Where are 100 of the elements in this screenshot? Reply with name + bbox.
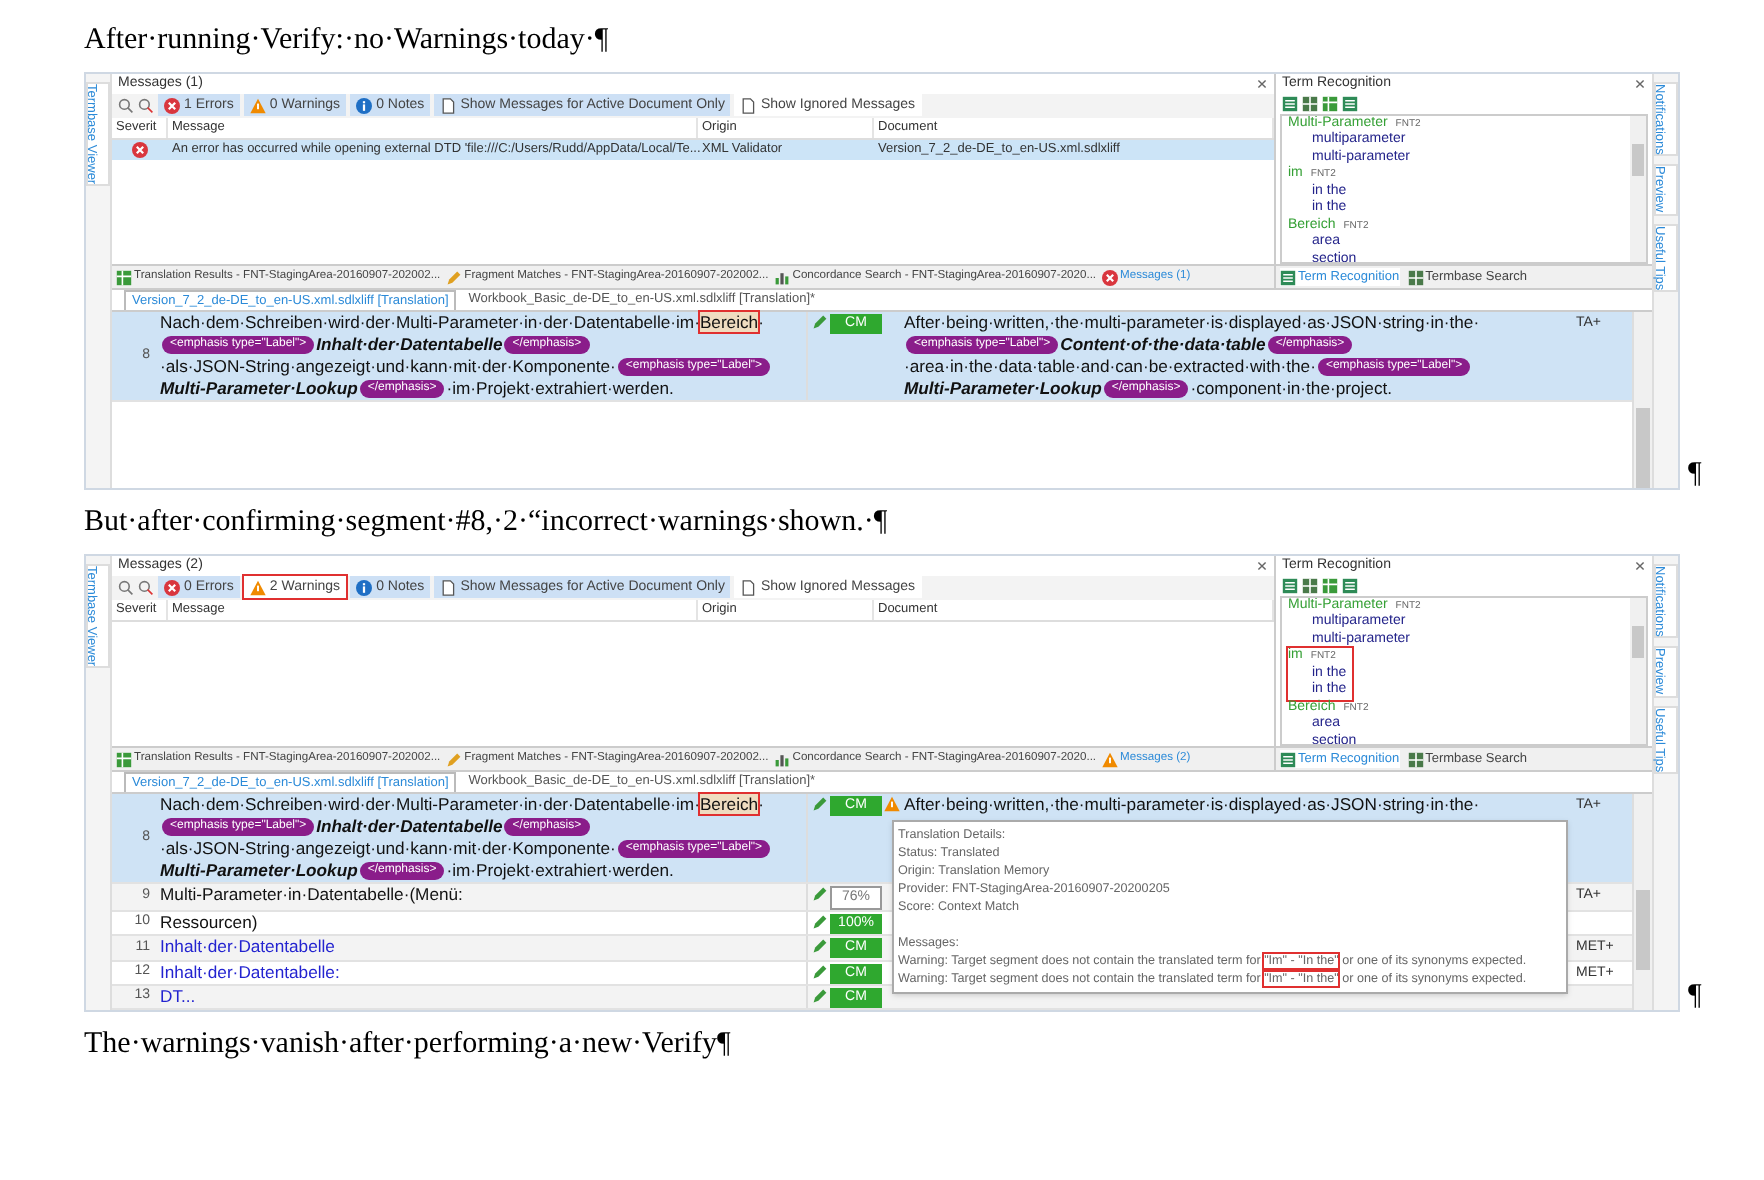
source-text: im· [676,312,700,332]
source-text: dem· [205,794,246,814]
source-text: (Menü: [409,884,463,904]
highlighted-word: Bereich [699,794,759,814]
source-text: wird· [328,794,366,814]
source-text: dem· [205,312,246,332]
source-text: Nach· [160,312,206,332]
list-icon [1280,269,1296,286]
source-text: der· [482,838,513,858]
target-text: After· [904,312,947,332]
filter-clear-icon [138,97,154,114]
source-text: extrahiert· [535,860,613,880]
target-text: be· [1148,356,1174,376]
source-text: der· [207,936,239,956]
error-icon [1102,269,1119,286]
target-text: can· [1115,356,1149,376]
source-text: kann· [410,356,454,376]
target-text: string· [1382,794,1431,814]
target-text: the· [1054,794,1085,814]
highlighted-word: Bereich [699,312,759,332]
target-text: component· [1196,378,1287,398]
pencil-icon [812,314,828,330]
chart-icon [774,751,791,768]
target-text: table· [1037,356,1081,376]
target-text: with· [1249,356,1287,376]
source-text: Nach· [160,794,206,814]
target-text: the· [1449,312,1480,332]
source-text: der· [207,961,239,981]
target-text: data· [998,356,1038,376]
target-text: project. [1335,378,1393,398]
target-text: as· [1307,794,1332,814]
table-icon [116,269,132,286]
source-text: Schreiben· [245,312,329,332]
target-text: the· [969,356,999,376]
source-text: JSON-String· [193,838,296,858]
close-icon [1256,560,1268,572]
source-text: kann· [410,838,454,858]
scrollbar-thumb[interactable] [1632,625,1644,658]
source-text: und· [375,356,411,376]
list-icon [1342,95,1358,112]
source-text: der· [367,816,401,836]
source-text: angezeigt· [295,356,376,376]
source-text: Lookup [295,860,358,880]
close-icon [1634,560,1646,572]
source-text: der· [482,356,513,376]
source-text: der· [543,312,574,332]
scrollbar-thumb[interactable] [1632,143,1644,176]
source-text: DT... [160,986,196,1006]
source-text: mit· [453,356,482,376]
target-text: of· [1130,334,1153,354]
source-text: als· [165,838,194,858]
source-text: Multi-Parameter· [396,794,525,814]
chart-icon [774,269,791,286]
scrollbar-thumb[interactable] [1636,408,1650,488]
source-text: Projekt· [476,860,536,880]
source-text: im· [676,794,700,814]
target-text: area· [909,356,950,376]
target-text: the· [1306,378,1336,398]
target-text: multi-parameter· [1084,312,1211,332]
source-text: Datentabelle [400,334,503,354]
source-text: Datentabelle: [238,961,340,981]
grid-icon [1407,751,1424,768]
source-text: in· [524,312,544,332]
target-text: table [1225,334,1266,354]
close-icon [1634,78,1646,90]
paragraph: But·after·confirming·segment·#8,·2·“incorrect·warnings·shown.·¶ [84,504,890,542]
source-text: Datentabelle [400,816,503,836]
source-text: als· [165,356,194,376]
target-text: JSON· [1331,794,1383,814]
source-text: Projekt· [476,378,536,398]
target-text: being· [946,312,994,332]
target-text: multi-parameter· [1084,794,1211,814]
target-text: · [904,356,910,376]
error-icon [132,141,148,158]
segment-row[interactable] [112,312,1632,402]
source-text: in· [288,884,308,904]
target-text: in· [1430,794,1450,814]
source-text: und· [375,838,411,858]
source-text: Multi-Parameter· [160,378,296,398]
close-icon [1256,78,1268,90]
warning-icon [249,579,266,596]
list-icon [1282,577,1298,594]
warning-icon [1102,751,1119,768]
source-text: mit· [453,838,482,858]
table-icon [116,751,132,768]
target-text: is· [1210,312,1229,332]
source-text: Inhalt· [160,936,208,956]
grid-icon [1407,269,1424,286]
target-text: in· [1430,312,1450,332]
target-text: being· [946,794,994,814]
source-text: angezeigt· [295,838,376,858]
target-text: Lookup [1039,378,1102,398]
source-text: Inhalt· [316,816,368,836]
source-text: Datentabelle· [573,794,676,814]
paragraph: After·running·Verify:·no·Warnings·today·¶ [84,22,611,60]
target-text: Content· [1060,334,1131,354]
source-text: · [446,378,453,398]
scrollbar-thumb[interactable] [1636,890,1650,970]
target-text: is· [1210,794,1229,814]
source-text: Komponente· [512,838,616,858]
